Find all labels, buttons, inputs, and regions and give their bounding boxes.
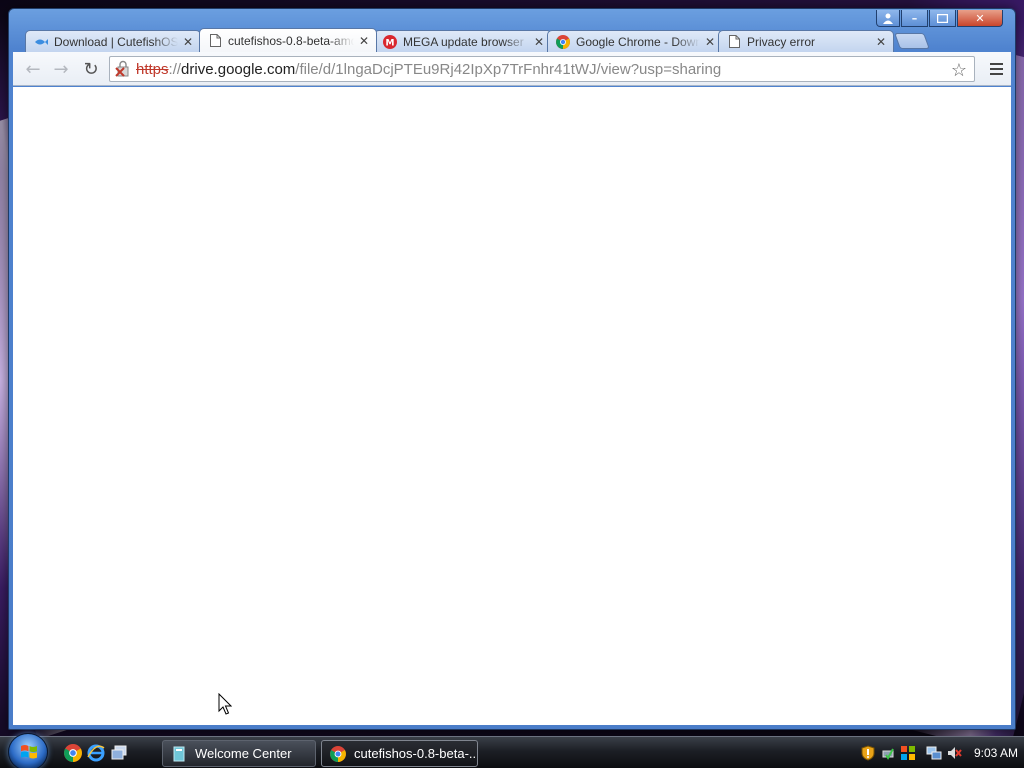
menu-bar-icon bbox=[989, 68, 1003, 70]
tab-close-icon[interactable]: ✕ bbox=[533, 35, 545, 49]
chrome-icon bbox=[556, 34, 570, 49]
toolbar: ← → ↻ https://drive.google.com/file/d/1l… bbox=[13, 52, 1011, 86]
chrome-menu-button[interactable] bbox=[985, 59, 1007, 79]
chrome-window: – ✕ Download | CutefishOS ✕ cutefishos-0… bbox=[8, 8, 1016, 730]
minimize-button[interactable]: – bbox=[901, 10, 928, 27]
tab-close-icon[interactable]: ✕ bbox=[704, 35, 716, 49]
tab-title: Download | CutefishOS bbox=[54, 34, 178, 49]
tab-download-cutefishos[interactable]: Download | CutefishOS ✕ bbox=[25, 30, 201, 52]
volume-muted-icon[interactable] bbox=[946, 745, 962, 761]
tab-title: cutefishos-0.8-beta-amd64.iso bbox=[228, 33, 354, 48]
taskbar-button-welcome-center[interactable]: Welcome Center bbox=[162, 740, 316, 767]
taskbar-button-chrome[interactable]: cutefishos-0.8-beta-... bbox=[321, 740, 478, 767]
welcome-center-icon bbox=[173, 746, 185, 761]
taskbar-clock[interactable]: 9:03 AM bbox=[974, 746, 1018, 760]
tab-close-icon[interactable]: ✕ bbox=[182, 35, 194, 49]
url-path: /file/d/1lngaDcjPTEu9Rj42IpXp7TrFnhr41tW… bbox=[295, 60, 722, 78]
page-icon bbox=[208, 34, 222, 48]
broken-lock-icon[interactable] bbox=[114, 60, 134, 78]
maximize-icon bbox=[937, 13, 948, 23]
url-host: drive.google.com bbox=[181, 60, 296, 78]
taskbar-button-label: cutefishos-0.8-beta-... bbox=[354, 746, 478, 761]
windows-logo-icon bbox=[21, 745, 37, 759]
taskbar-button-label: Welcome Center bbox=[195, 746, 292, 761]
menu-bar-icon bbox=[989, 63, 1003, 65]
tab-strip: Download | CutefishOS ✕ cutefishos-0.8-b… bbox=[21, 27, 981, 52]
tab-google-chrome[interactable]: Google Chrome - Download ✕ bbox=[547, 30, 723, 52]
taskbar: Welcome Center cutefishos-0.8-beta-... 9… bbox=[0, 733, 1024, 768]
reload-button[interactable]: ↻ bbox=[79, 58, 103, 80]
mega-icon: M bbox=[383, 34, 397, 49]
tab-cutefishos-iso[interactable]: cutefishos-0.8-beta-amd64.iso ✕ bbox=[199, 28, 377, 52]
windows-update-icon[interactable] bbox=[900, 745, 916, 761]
url-separator: :// bbox=[168, 60, 182, 78]
page-content[interactable] bbox=[13, 87, 1011, 725]
profile-button[interactable] bbox=[876, 10, 900, 27]
maximize-button[interactable] bbox=[929, 10, 956, 27]
start-button[interactable] bbox=[8, 733, 48, 768]
tab-close-icon[interactable]: ✕ bbox=[358, 34, 370, 48]
back-button[interactable]: ← bbox=[21, 58, 45, 80]
address-bar[interactable]: https://drive.google.com/file/d/1lngaDcj… bbox=[109, 56, 975, 82]
page-icon bbox=[727, 35, 741, 49]
chrome-icon bbox=[330, 745, 346, 762]
new-tab-button[interactable] bbox=[894, 33, 930, 49]
bookmark-star-icon[interactable]: ☆ bbox=[948, 59, 970, 81]
system-tray: 9:03 AM bbox=[856, 737, 1024, 768]
tab-mega-update[interactable]: M MEGA update browser ✕ bbox=[374, 30, 552, 52]
user-icon bbox=[883, 13, 893, 24]
url-text: https://drive.google.com/file/d/1lngaDcj… bbox=[136, 61, 721, 78]
svg-text:M: M bbox=[386, 38, 395, 48]
mouse-cursor-icon bbox=[218, 692, 233, 718]
safely-remove-icon[interactable] bbox=[880, 745, 896, 761]
forward-button[interactable]: → bbox=[49, 58, 73, 80]
tab-title: Google Chrome - Download bbox=[576, 34, 700, 49]
security-shield-icon[interactable] bbox=[860, 745, 876, 761]
tab-close-icon[interactable]: ✕ bbox=[875, 35, 887, 49]
url-scheme: https bbox=[136, 60, 169, 78]
internet-explorer-icon[interactable] bbox=[87, 744, 105, 762]
close-window-button[interactable]: ✕ bbox=[957, 10, 1003, 27]
menu-bar-icon bbox=[989, 73, 1003, 75]
chrome-icon[interactable] bbox=[64, 744, 82, 762]
show-desktop-icon[interactable] bbox=[110, 744, 128, 762]
window-controls: – ✕ bbox=[876, 10, 1003, 28]
tab-privacy-error[interactable]: Privacy error ✕ bbox=[718, 30, 894, 52]
cutefish-fish-icon bbox=[34, 35, 48, 49]
network-icon[interactable] bbox=[926, 745, 942, 761]
tab-title: MEGA update browser bbox=[403, 34, 524, 49]
tab-title: Privacy error bbox=[747, 34, 816, 49]
